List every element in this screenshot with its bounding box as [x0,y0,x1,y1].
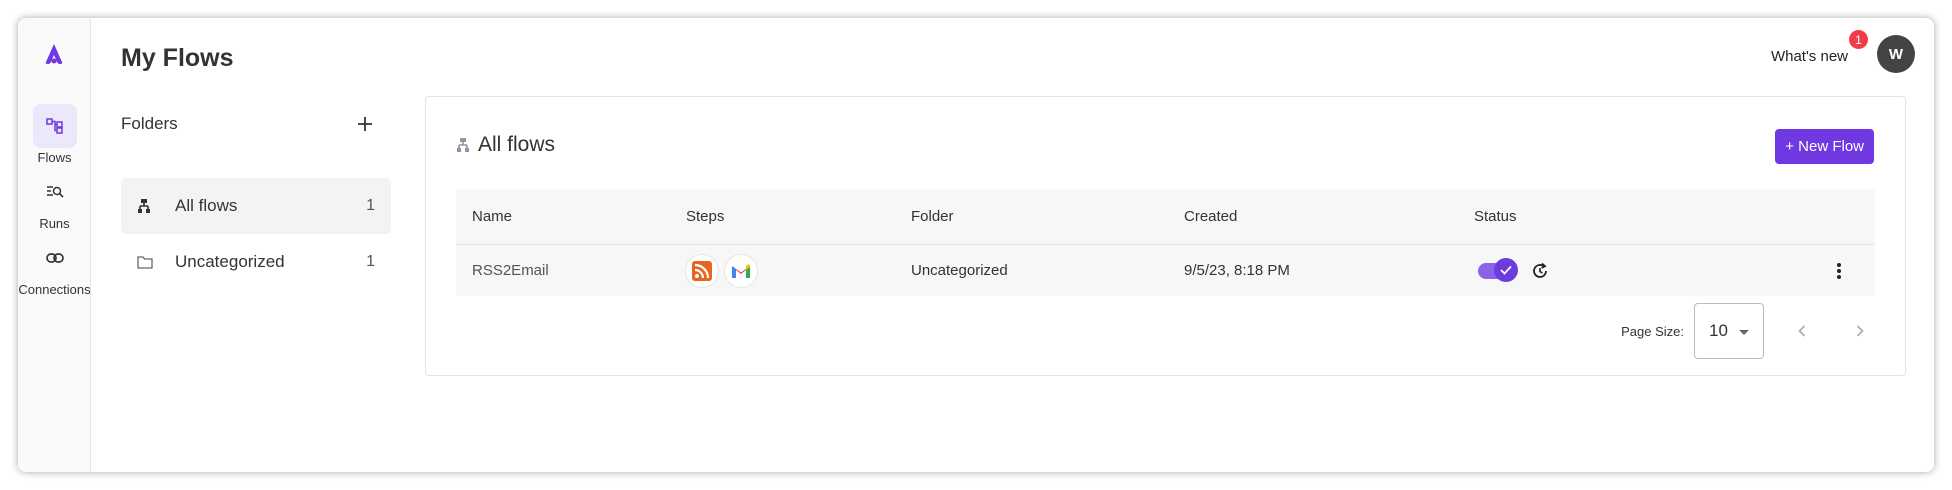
app-logo-icon[interactable] [40,40,68,68]
flow-tree-icon [456,137,470,153]
runs-icon [33,170,77,214]
dropdown-arrow-icon [1739,321,1749,341]
page-title: My Flows [121,44,234,72]
flow-name[interactable]: RSS2Email [472,245,549,296]
page-size-select[interactable]: 10 [1694,303,1764,359]
notification-badge: 1 [1849,30,1868,49]
flow-folder: Uncategorized [911,262,1008,279]
folder-label: All flows [175,196,238,215]
panel-title: All flows [456,133,555,157]
column-header-name[interactable]: Name [472,189,512,244]
folder-count: 1 [366,197,375,214]
previous-page-button[interactable] [1782,311,1822,351]
panel-title-text: All flows [478,133,556,156]
page-size-value: 10 [1709,321,1728,340]
column-header-steps[interactable]: Steps [686,189,724,244]
folders-title: Folders [121,114,178,133]
nav-item-label: Flows [37,150,72,165]
gmail-icon [724,253,758,288]
folder-item-all-flows[interactable]: All flows 1 [121,178,391,234]
flows-icon [32,104,77,148]
column-header-created[interactable]: Created [1184,189,1237,244]
flows-table: Name Steps Folder Created Status RSS2Ema… [456,189,1875,296]
folder-icon [137,255,159,269]
flows-panel: All flows + New Flow Name Steps Folder C… [425,96,1906,376]
next-page-button[interactable] [1840,311,1880,351]
table-row[interactable]: RSS2Email Uncategorized 9/5/23, 8:18 PM [456,245,1875,296]
folder-item-uncategorized[interactable]: Uncategorized 1 [121,234,391,290]
chevron-right-icon [1856,325,1864,337]
column-header-status[interactable]: Status [1474,189,1517,244]
flow-tree-icon [137,198,159,214]
nav-rail: Flows Runs Connections [18,18,91,472]
check-icon [1494,257,1518,282]
enabled-toggle[interactable] [1478,257,1518,282]
flow-steps [685,245,763,296]
nav-item-label: Connections [18,282,91,297]
folder-label: Uncategorized [175,252,285,271]
more-options-icon[interactable] [1836,245,1842,296]
app-window: Flows Runs Connections My Flows What's n… [18,18,1934,472]
status-toggle[interactable] [1478,245,1518,296]
table-header: Name Steps Folder Created Status [456,189,1875,245]
nav-item-runs[interactable]: Runs [18,170,91,231]
avatar[interactable]: W [1877,35,1915,73]
pagination: Page Size: 10 [1621,303,1880,359]
whats-new-link[interactable]: What's new [1771,48,1848,65]
add-folder-button[interactable] [356,112,374,140]
folder-count: 1 [366,253,375,270]
page-size-label: Page Size: [1621,323,1684,339]
plus-icon [358,117,372,131]
nav-item-flows[interactable]: Flows [18,104,91,165]
refresh-icon[interactable] [1530,245,1550,296]
column-header-folder[interactable]: Folder [911,189,954,244]
new-flow-button[interactable]: + New Flow [1775,129,1874,164]
nav-item-connections[interactable]: Connections [18,236,91,297]
main-content: My Flows What's new 1 W Folders All flow… [91,18,1934,472]
link-icon [33,236,77,280]
chevron-left-icon [1798,325,1806,337]
nav-item-label: Runs [39,216,70,231]
rss-icon [685,253,719,288]
flow-created: 9/5/23, 8:18 PM [1184,262,1290,279]
